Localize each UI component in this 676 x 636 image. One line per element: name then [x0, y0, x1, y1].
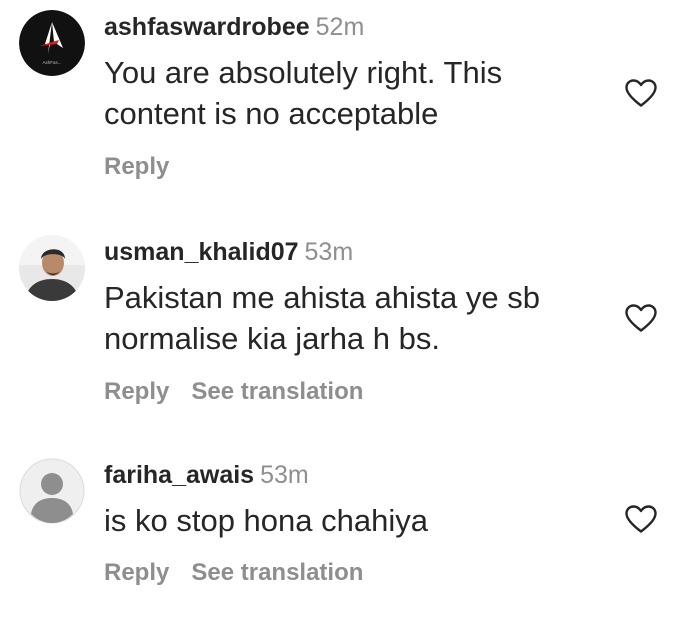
- comment-actions: Reply See translation: [104, 378, 385, 406]
- timestamp: 52m: [315, 13, 365, 41]
- comment-actions: Reply See translation: [104, 559, 385, 587]
- heart-outline-icon: [625, 505, 657, 533]
- heart-outline-icon: [625, 304, 657, 332]
- reply-button[interactable]: Reply: [104, 153, 169, 180]
- like-button[interactable]: [624, 303, 658, 333]
- avatar-caption: AshFas...: [42, 60, 61, 65]
- comment-meta: fariha_awais 53m: [104, 460, 604, 490]
- timestamp: 53m: [260, 461, 309, 489]
- comment-actions: Reply: [104, 153, 191, 181]
- avatar-logo-icon: AshFas...: [19, 10, 85, 76]
- comment-text: is ko stop hona chahiya: [104, 503, 428, 538]
- timestamp: 53m: [304, 238, 354, 266]
- comment-meta: ashfaswardrobee 52m: [104, 12, 604, 42]
- comment-text: Pakistan me ahista ahista ye sb normalis…: [104, 280, 540, 356]
- username[interactable]: ashfaswardrobee: [104, 13, 310, 41]
- see-translation-button[interactable]: See translation: [191, 559, 363, 586]
- username[interactable]: usman_khalid07: [104, 238, 299, 266]
- like-button[interactable]: [624, 78, 658, 108]
- avatar[interactable]: [19, 458, 85, 524]
- default-avatar-icon: [19, 458, 85, 524]
- username[interactable]: fariha_awais: [104, 461, 254, 489]
- reply-button[interactable]: Reply: [104, 378, 169, 405]
- avatar[interactable]: AshFas...: [19, 10, 85, 76]
- like-button[interactable]: [624, 504, 658, 534]
- comment-text: You are absolutely right. This content i…: [104, 55, 503, 131]
- see-translation-button[interactable]: See translation: [191, 378, 363, 405]
- comment-meta: usman_khalid07 53m: [104, 237, 604, 267]
- avatar[interactable]: [19, 235, 85, 301]
- reply-button[interactable]: Reply: [104, 559, 169, 586]
- avatar-photo-icon: [19, 235, 85, 301]
- heart-outline-icon: [625, 79, 657, 107]
